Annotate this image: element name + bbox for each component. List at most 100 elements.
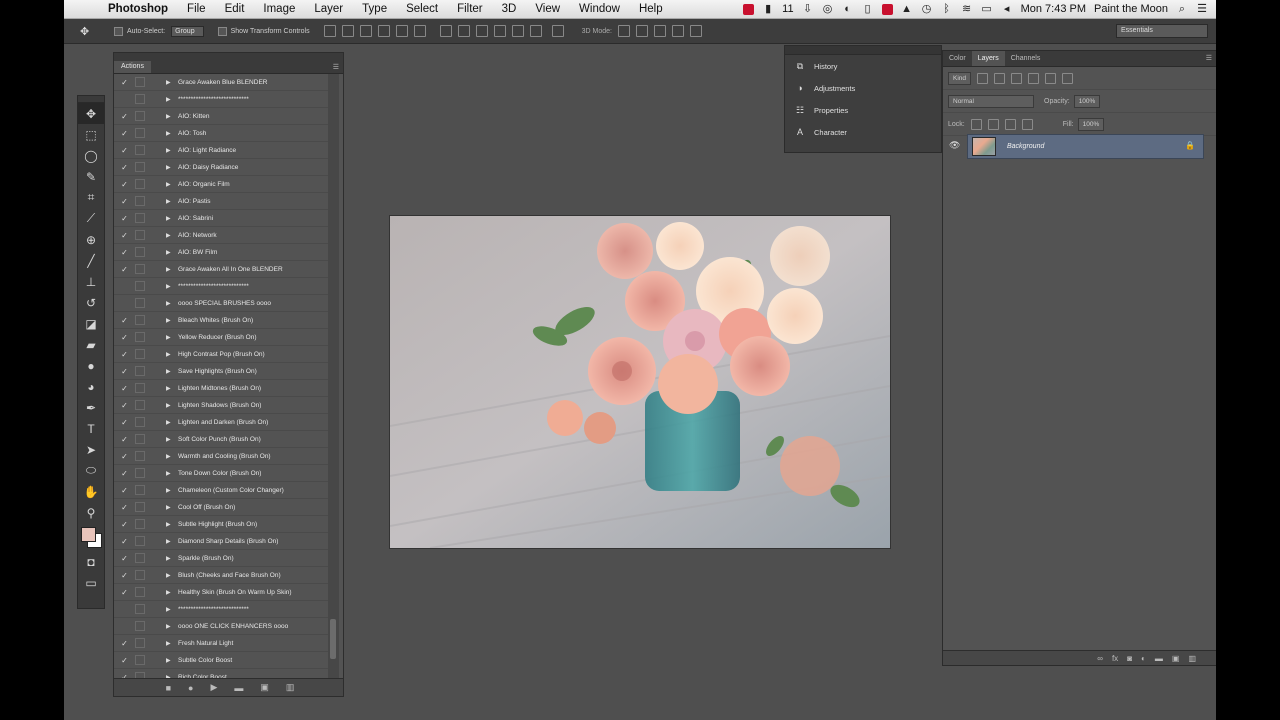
tab-actions[interactable]: Actions [114,61,151,73]
menu-select[interactable]: Select [406,3,438,15]
lock-image-icon[interactable] [987,118,999,130]
action-row[interactable]: ✓ ▶ AIO: Sabrini [114,210,328,227]
new-group-icon[interactable]: ▬ [1155,654,1163,663]
action-row[interactable]: ▶ oooo SPECIAL BRUSHES oooo [114,295,328,312]
expand-triangle-icon[interactable]: ▶ [166,113,176,120]
dialog-toggle-box[interactable] [135,196,145,206]
action-row[interactable]: ✓ ▶ Sparkle (Brush On) [114,550,328,567]
dialog-toggle-box[interactable] [135,638,145,648]
new-layer-icon[interactable]: ▣ [1172,654,1180,663]
action-row[interactable]: ▶ **************************** [114,601,328,618]
clock[interactable]: Mon 7:43 PM [1021,3,1086,15]
pen-tool-icon[interactable]: ✒ [78,397,104,418]
actions-scrollbar[interactable] [328,74,339,678]
new-adjustment-layer-icon[interactable]: ◐ [1141,654,1146,663]
lock-all-icon[interactable] [1021,118,1033,130]
action-row[interactable]: ✓ ▶ Healthy Skin (Brush On Warm Up Skin) [114,584,328,601]
action-row[interactable]: ✓ ▶ Lighten and Darken (Brush On) [114,414,328,431]
action-row[interactable]: ✓ ▶ Lighten Midtones (Brush On) [114,380,328,397]
expand-triangle-icon[interactable]: ▶ [166,623,176,630]
action-toggle-check[interactable]: ✓ [120,231,129,240]
move-tool-icon[interactable]: ✥ [78,103,104,124]
action-toggle-check[interactable]: ✓ [120,401,129,410]
new-action-icon[interactable]: ▣ [257,682,269,693]
distribute-vcenter-icon[interactable] [457,25,470,37]
gradient-tool-icon[interactable]: ▰ [78,334,104,355]
action-toggle-check[interactable]: ✓ [120,452,129,461]
expand-triangle-icon[interactable]: ▶ [166,470,176,477]
action-toggle-check[interactable]: ✓ [120,656,129,665]
notification-badge[interactable]: 11 [782,3,793,15]
dialog-toggle-box[interactable] [135,502,145,512]
dialog-toggle-box[interactable] [135,77,145,87]
action-row[interactable]: ▶ oooo ONE CLICK ENHANCERS oooo [114,618,328,635]
action-toggle-check[interactable]: ✓ [120,503,129,512]
layer-lock-icon[interactable]: 🔒 [1185,141,1195,150]
layer-style-icon[interactable]: fx [1112,654,1118,663]
dialog-toggle-box[interactable] [135,621,145,631]
dialog-toggle-box[interactable] [135,400,145,410]
action-row[interactable]: ✓ ▶ AIO: Network [114,227,328,244]
action-toggle-check[interactable]: ✓ [120,588,129,597]
action-toggle-check[interactable]: ✓ [120,639,129,648]
dialog-toggle-box[interactable] [135,128,145,138]
dialog-toggle-box[interactable] [135,281,145,291]
expand-triangle-icon[interactable]: ▶ [166,317,176,324]
expand-triangle-icon[interactable]: ▶ [166,368,176,375]
link-layers-icon[interactable]: ∞ [1097,654,1103,663]
expand-triangle-icon[interactable]: ▶ [166,385,176,392]
action-toggle-check[interactable]: ✓ [120,316,129,325]
action-toggle-check[interactable]: ✓ [120,248,129,257]
lock-position-icon[interactable] [1004,118,1016,130]
menu-image[interactable]: Image [263,3,295,15]
dialog-toggle-box[interactable] [135,604,145,614]
lock-transparent-icon[interactable] [970,118,982,130]
expand-triangle-icon[interactable]: ▶ [166,215,176,222]
expand-triangle-icon[interactable]: ▶ [166,300,176,307]
add-mask-icon[interactable]: ◙ [1127,654,1132,663]
expand-triangle-icon[interactable]: ▶ [166,334,176,341]
tools-panel-grip[interactable] [78,96,104,103]
drive-icon[interactable]: ▲ [901,3,913,15]
expand-triangle-icon[interactable]: ▶ [166,640,176,647]
tab-layers[interactable]: Layers [971,51,1005,66]
volume-icon[interactable]: ◂ [1001,3,1013,15]
dialog-toggle-box[interactable] [135,332,145,342]
align-bottom-icon[interactable] [359,25,372,37]
character-panel-button[interactable]: A Character [785,121,941,143]
sync-icon[interactable]: ◐ [842,3,854,15]
layer-background[interactable]: Background 🔒 [967,134,1204,159]
menu-view[interactable]: View [535,3,560,15]
action-row[interactable]: ✓ ▶ Soft Color Punch (Brush On) [114,431,328,448]
action-toggle-check[interactable]: ✓ [120,520,129,529]
expand-triangle-icon[interactable]: ▶ [166,419,176,426]
action-toggle-check[interactable]: ✓ [120,384,129,393]
action-toggle-check[interactable]: ✓ [120,418,129,427]
dodge-tool-icon[interactable]: ◕ [78,376,104,397]
properties-panel-button[interactable]: ☷ Properties [785,99,941,121]
action-toggle-check[interactable]: ✓ [120,214,129,223]
zoom-tool-icon[interactable]: ⚲ [78,502,104,523]
action-toggle-check[interactable]: ✓ [120,112,129,121]
history-panel-button[interactable]: ⧉ History [785,55,941,77]
expand-triangle-icon[interactable]: ▶ [166,147,176,154]
dialog-toggle-box[interactable] [135,111,145,121]
action-toggle-check[interactable]: ✓ [120,146,129,155]
dialog-toggle-box[interactable] [135,451,145,461]
action-row[interactable]: ✓ ▶ Warmth and Cooling (Brush On) [114,448,328,465]
layer-visibility-eye-icon[interactable]: 👁 [949,140,960,151]
time-machine-icon[interactable]: ◷ [921,3,933,15]
play-icon[interactable]: ▶ [207,682,217,693]
expand-triangle-icon[interactable]: ▶ [166,96,176,103]
new-set-folder-icon[interactable]: ▬ [231,683,243,693]
dialog-toggle-box[interactable] [135,519,145,529]
action-row[interactable]: ✓ ▶ Grace Awaken All In One BLENDER [114,261,328,278]
3d-slide-icon[interactable] [671,25,684,37]
align-vcenter-icon[interactable] [341,25,354,37]
dialog-toggle-box[interactable] [135,434,145,444]
dialog-toggle-box[interactable] [135,264,145,274]
action-toggle-check[interactable]: ✓ [120,367,129,376]
dialog-toggle-box[interactable] [135,366,145,376]
stop-recording-icon[interactable]: ■ [163,683,171,693]
action-toggle-check[interactable]: ✓ [120,571,129,580]
